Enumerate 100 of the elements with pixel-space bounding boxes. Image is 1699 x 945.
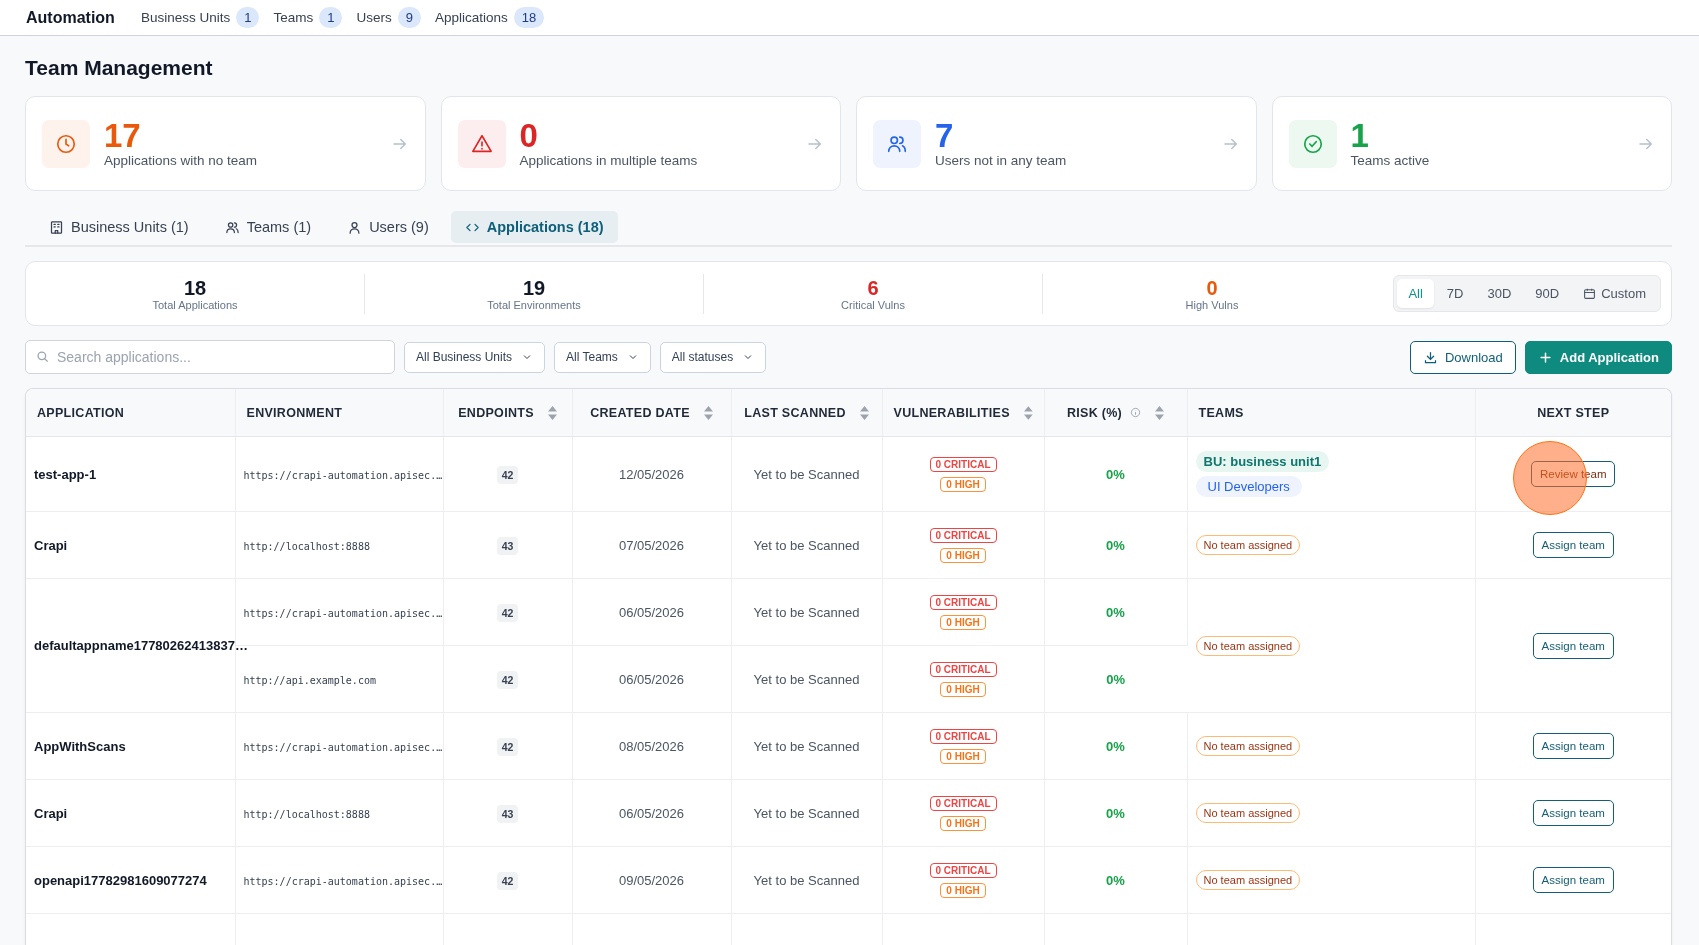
risk-value: 0%: [1106, 604, 1125, 620]
scan-status: Yet to be Scanned: [753, 466, 860, 482]
add-application-button[interactable]: Add Application: [1524, 340, 1672, 374]
endpoint-count: 42: [496, 465, 519, 484]
summary-value: 0: [1206, 276, 1218, 299]
scan-status: Yet to be Scanned: [753, 671, 860, 687]
application-name[interactable]: defaultappname17780262413837…: [34, 638, 248, 653]
period-button[interactable]: All: [1397, 279, 1434, 308]
summary-value: 18: [183, 276, 207, 299]
created-date: 12/05/2026: [618, 466, 685, 482]
summary-label: Total Environments: [487, 298, 581, 311]
info-icon: [1130, 407, 1142, 418]
download-icon: [1423, 349, 1438, 365]
stat-label: Teams active: [1350, 153, 1431, 168]
stat-value: 17: [104, 119, 142, 153]
stat-value: 0: [519, 119, 539, 153]
endpoint-count: 42: [496, 737, 519, 756]
filter-dropdown[interactable]: All statuses: [659, 341, 767, 373]
column-header: VULNERABILITIES: [893, 405, 1010, 420]
critical-tag: 0 CRITICAL: [929, 661, 997, 677]
summary-label: Total Applications: [152, 298, 238, 311]
count-badge: 1: [319, 7, 343, 28]
tab[interactable]: Teams (1): [210, 211, 326, 243]
filter-dropdown[interactable]: All Business Units: [404, 341, 546, 373]
endpoint-count: 42: [496, 603, 519, 622]
stat-label: Users not in any team: [935, 153, 1068, 168]
brand-title: Automation: [26, 8, 115, 27]
application-name[interactable]: Crapi: [34, 805, 68, 821]
period-button[interactable]: 90D: [1524, 279, 1571, 308]
stat-card[interactable]: 1 Teams active: [1271, 96, 1672, 191]
nav-label: Applications: [434, 10, 508, 25]
application-name[interactable]: openapi17782981609077274: [34, 872, 207, 888]
nav-label: Users: [356, 10, 392, 25]
risk-value: 0%: [1106, 537, 1125, 553]
application-name[interactable]: test-app-1: [34, 466, 97, 482]
tab[interactable]: Users (9): [333, 211, 443, 243]
nav-label: Teams: [273, 10, 314, 25]
download-button[interactable]: Download: [1410, 340, 1516, 374]
stat-card[interactable]: 7 Users not in any team: [856, 96, 1257, 191]
sort-icon[interactable]: [859, 405, 869, 420]
risk-value: 0%: [1106, 738, 1125, 754]
page-title: Team Management: [25, 56, 214, 80]
period-button[interactable]: Custom: [1572, 279, 1657, 308]
tab[interactable]: Applications (18): [450, 211, 618, 243]
sort-icon[interactable]: [1023, 405, 1033, 420]
application-name[interactable]: Crapi: [34, 537, 68, 553]
environment-url: https://crapi-automation.apisec.…: [243, 607, 443, 619]
period-button[interactable]: 7D: [1435, 279, 1475, 308]
critical-tag: 0 CRITICAL: [929, 795, 997, 811]
created-date: 06/05/2026: [618, 604, 685, 620]
endpoint-count: 42: [496, 670, 519, 689]
users-icon: [224, 219, 240, 235]
critical-tag: 0 CRITICAL: [929, 862, 997, 878]
summary-label: Critical Vulns: [841, 298, 905, 311]
assign-team-button[interactable]: Assign team: [1532, 733, 1614, 759]
tab[interactable]: Business Units (1): [35, 211, 203, 243]
high-tag: 0 HIGH: [940, 748, 986, 764]
sort-icon[interactable]: [703, 405, 713, 420]
endpoint-count: 42: [496, 871, 519, 890]
filter-dropdown[interactable]: All Teams: [554, 341, 651, 373]
high-tag: 0 HIGH: [940, 614, 986, 630]
business-unit-tag: BU: business unit1: [1195, 451, 1330, 472]
high-tag: 0 HIGH: [940, 882, 986, 898]
environment-url: http://api.example.com: [243, 674, 376, 686]
column-header: TEAMS: [1198, 405, 1244, 420]
created-date: 06/05/2026: [618, 805, 685, 821]
summary-value: 19: [522, 276, 546, 299]
column-header: RISK (%): [1066, 405, 1123, 420]
period-button[interactable]: 30D: [1476, 279, 1523, 308]
critical-tag: 0 CRITICAL: [929, 527, 997, 543]
stat-card[interactable]: 17 Applications with no team: [25, 96, 426, 191]
assign-team-button[interactable]: Assign team: [1532, 632, 1614, 659]
assign-team-button[interactable]: Assign team: [1532, 867, 1614, 893]
endpoint-count: 43: [496, 804, 519, 823]
application-name[interactable]: AppWithScans: [34, 738, 126, 754]
stat-card[interactable]: 0 Applications in multiple teams: [440, 96, 841, 191]
environment-url: https://crapi-automation.apisec.…: [243, 469, 443, 481]
high-tag: 0 HIGH: [940, 547, 986, 563]
high-tag: 0 HIGH: [940, 815, 986, 831]
assign-team-button[interactable]: Assign team: [1532, 800, 1614, 826]
created-date: 09/05/2026: [618, 872, 685, 888]
sort-icon[interactable]: [547, 405, 557, 420]
environment-url: http://localhost:8888: [243, 540, 370, 552]
team-tag: UI Developers: [1195, 476, 1302, 497]
sort-icon[interactable]: [1155, 405, 1165, 420]
risk-value: 0%: [1106, 466, 1125, 482]
risk-value: 0%: [1106, 805, 1125, 821]
nav-label: Business Units: [140, 10, 231, 25]
scan-status: Yet to be Scanned: [753, 872, 860, 888]
column-header: ENDPOINTS: [458, 405, 534, 420]
assign-team-button[interactable]: Assign team: [1532, 532, 1614, 558]
stat-value: 7: [935, 119, 955, 153]
summary-value: 6: [867, 276, 879, 299]
scan-status: Yet to be Scanned: [753, 537, 860, 553]
scan-status: Yet to be Scanned: [753, 738, 860, 754]
critical-tag: 0 CRITICAL: [929, 456, 997, 472]
risk-value: 0%: [1106, 872, 1125, 888]
search-icon: [36, 350, 50, 364]
environment-url: http://localhost:8888: [243, 808, 370, 820]
search-field[interactable]: Search applications...: [25, 340, 395, 374]
